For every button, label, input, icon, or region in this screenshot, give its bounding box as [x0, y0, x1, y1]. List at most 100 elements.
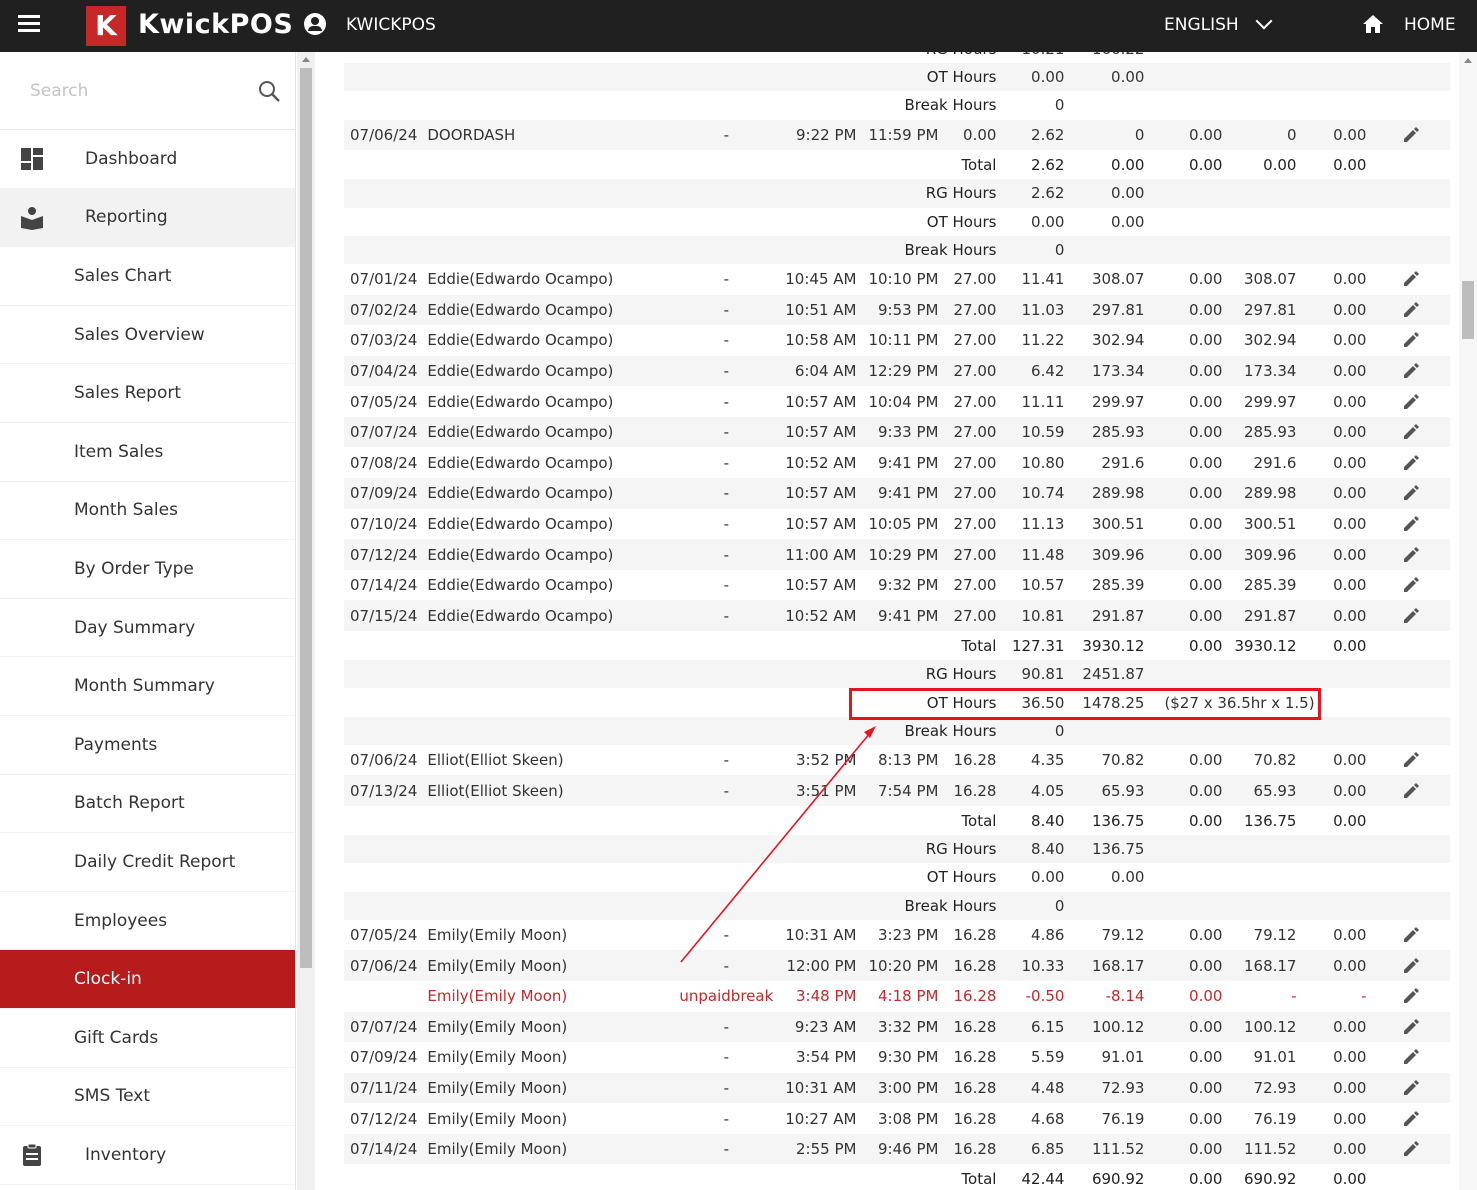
table-row[interactable]: 07/14/24 Eddie(Edwardo Ocampo) - 10:57 AM 9:… — [344, 570, 1450, 601]
table-row[interactable]: 07/06/24 Elliot(Elliot Skeen) - 3:52 PM 8:13… — [344, 745, 1450, 776]
table-row[interactable]: 07/12/24 Emily(Emily Moon) - 10:27 AM 3:08 P… — [344, 1103, 1450, 1134]
edit-cell[interactable] — [1372, 355, 1451, 387]
edit-cell[interactable] — [1372, 920, 1450, 951]
sidebar-item-day-summary[interactable]: Day Summary — [0, 599, 295, 658]
sidebar-item-reporting[interactable]: Reporting — [0, 188, 295, 248]
main-scroll-thumb[interactable] — [1462, 281, 1474, 339]
edit-pencil-icon[interactable] — [1401, 750, 1421, 770]
edit-cell[interactable] — [1372, 539, 1451, 570]
table-row[interactable]: 07/03/24 Eddie(Edwardo Ocampo) - 10:58 AM 10… — [344, 325, 1450, 356]
edit-cell[interactable] — [1372, 264, 1450, 295]
edit-pencil-icon[interactable] — [1401, 300, 1421, 320]
home-icon[interactable] — [1362, 14, 1384, 34]
account-name[interactable]: KWICKPOS — [346, 15, 436, 35]
search-icon[interactable] — [258, 80, 280, 102]
edit-cell[interactable] — [1372, 600, 1451, 632]
sidebar-item-sales-report[interactable]: Sales Report — [0, 364, 295, 423]
sidebar-item-gift-cards[interactable]: Gift Cards — [0, 1009, 295, 1068]
table-row[interactable]: 07/09/24 Eddie(Edwardo Ocampo) -10:57 AM 9:… — [344, 478, 1451, 509]
sidebar-item-clock-in[interactable]: Clock-in — [0, 950, 295, 1009]
sidebar-item-employees[interactable]: Employees — [0, 892, 295, 951]
sidebar-item-sales-overview[interactable]: Sales Overview — [0, 306, 295, 365]
edit-cell[interactable] — [1372, 1133, 1451, 1165]
edit-cell[interactable] — [1372, 1042, 1450, 1073]
edit-cell[interactable] — [1372, 775, 1451, 806]
edit-pencil-icon[interactable] — [1401, 986, 1421, 1006]
edit-pencil-icon[interactable] — [1401, 125, 1421, 145]
edit-pencil-icon[interactable] — [1401, 269, 1421, 289]
edit-cell[interactable] — [1372, 950, 1451, 981]
user-account-icon[interactable] — [304, 13, 326, 35]
table-row[interactable]: Emily(Emily Moon) unpaidbreak 3:48 PM 4:18 … — [344, 981, 1450, 1012]
sidebar-scrollbar[interactable] — [297, 52, 315, 1190]
edit-pencil-icon[interactable] — [1401, 575, 1421, 595]
table-row[interactable]: 07/09/24 Emily(Emily Moon) - 3:54 PM 9:30 PM… — [344, 1042, 1450, 1073]
table-row[interactable]: 07/08/24 Eddie(Edwardo Ocampo) - 10:52 AM 9:… — [344, 447, 1450, 478]
table-row[interactable]: 07/05/24 Emily(Emily Moon) - 10:31 AM 3:23 P… — [344, 920, 1450, 951]
sidebar-item-month-summary[interactable]: Month Summary — [0, 657, 295, 716]
edit-cell[interactable] — [1372, 1011, 1451, 1043]
table-row[interactable]: 07/13/24 Elliot(Elliot Skeen) -3:51 PM 7:54… — [344, 775, 1451, 806]
edit-cell[interactable] — [1372, 478, 1451, 509]
hamburger-menu-icon[interactable] — [18, 15, 40, 35]
edit-cell[interactable] — [1372, 745, 1450, 776]
sidebar-item-sales-chart[interactable]: Sales Chart — [0, 247, 295, 306]
edit-pencil-icon[interactable] — [1401, 545, 1421, 565]
table-row[interactable]: 07/04/24 Eddie(Edwardo Ocampo) -6:04 AM 12:… — [344, 355, 1451, 387]
table-row[interactable]: 07/07/24 Eddie(Edwardo Ocampo) -10:57 AM 9:… — [344, 416, 1451, 448]
edit-pencil-icon[interactable] — [1401, 422, 1421, 442]
edit-cell[interactable] — [1372, 1072, 1451, 1104]
sidebar-item-batch-report[interactable]: Batch Report — [0, 775, 295, 834]
sidebar-item-payments[interactable]: Payments — [0, 716, 295, 775]
home-link[interactable]: HOME — [1404, 15, 1456, 35]
edit-pencil-icon[interactable] — [1401, 1078, 1421, 1098]
edit-cell[interactable] — [1372, 509, 1450, 540]
sidebar-item-dashboard[interactable]: Dashboard — [0, 130, 295, 189]
main-scrollbar[interactable] — [1459, 52, 1477, 1190]
edit-cell[interactable] — [1372, 386, 1450, 417]
sidebar-item-inventory[interactable]: Inventory — [0, 1126, 295, 1185]
sidebar-item-daily-credit-report[interactable]: Daily Credit Report — [0, 833, 295, 892]
edit-pencil-icon[interactable] — [1401, 483, 1421, 503]
edit-pencil-icon[interactable] — [1401, 956, 1421, 976]
edit-pencil-icon[interactable] — [1401, 606, 1421, 626]
table-row[interactable]: 07/15/24 Eddie(Edwardo Ocampo) -10:52 AM 9:… — [344, 600, 1451, 632]
edit-cell[interactable] — [1372, 119, 1451, 151]
edit-pencil-icon[interactable] — [1401, 392, 1421, 412]
sidebar-item-sms-text[interactable]: SMS Text — [0, 1068, 295, 1127]
chevron-down-icon[interactable] — [1255, 12, 1273, 30]
sidebar-item-month-sales[interactable]: Month Sales — [0, 482, 295, 541]
table-row[interactable]: 07/14/24 Emily(Emily Moon) -2:55 PM 9:46 PM… — [344, 1133, 1451, 1165]
table-row[interactable]: 07/02/24 Eddie(Edwardo Ocampo) -10:51 AM 9:… — [344, 294, 1451, 326]
edit-pencil-icon[interactable] — [1401, 453, 1421, 473]
edit-pencil-icon[interactable] — [1401, 514, 1421, 534]
edit-cell[interactable] — [1372, 1103, 1450, 1134]
table-row[interactable]: 07/06/24 DOORDASH -9:22 PM 11:59 PM 0.00 2.62… — [344, 119, 1451, 151]
edit-cell[interactable] — [1372, 416, 1451, 448]
table-row[interactable]: 07/11/24 Emily(Emily Moon) -10:31 AM 3:00 P… — [344, 1072, 1451, 1104]
edit-cell[interactable] — [1372, 447, 1450, 478]
edit-pencil-icon[interactable] — [1401, 1109, 1421, 1129]
edit-cell[interactable] — [1372, 325, 1450, 356]
sidebar-scroll-thumb[interactable] — [300, 68, 312, 968]
table-row[interactable]: 07/05/24 Eddie(Edwardo Ocampo) - 10:57 AM 10… — [344, 386, 1450, 417]
table-row[interactable]: 07/12/24 Eddie(Edwardo Ocampo) -11:00 AM 10… — [344, 539, 1451, 570]
edit-cell[interactable] — [1372, 981, 1450, 1012]
table-row[interactable]: 07/10/24 Eddie(Edwardo Ocampo) - 10:57 AM 10… — [344, 509, 1450, 540]
edit-pencil-icon[interactable] — [1401, 330, 1421, 350]
sidebar-item-item-sales[interactable]: Item Sales — [0, 423, 295, 482]
table-row[interactable]: 07/01/24 Eddie(Edwardo Ocampo) - 10:45 AM 10… — [344, 264, 1450, 295]
language-selector[interactable]: ENGLISH — [1164, 15, 1239, 35]
sidebar-item-by-order-type[interactable]: By Order Type — [0, 540, 295, 599]
edit-pencil-icon[interactable] — [1401, 361, 1421, 381]
edit-cell[interactable] — [1372, 294, 1451, 326]
edit-pencil-icon[interactable] — [1401, 1047, 1421, 1067]
edit-pencil-icon[interactable] — [1401, 1017, 1421, 1037]
table-row[interactable]: 07/07/24 Emily(Emily Moon) -9:23 AM 3:32 PM… — [344, 1011, 1451, 1043]
search-input[interactable] — [30, 76, 240, 106]
edit-cell[interactable] — [1372, 570, 1450, 601]
table-row[interactable]: 07/06/24 Emily(Emily Moon) -12:00 PM 10:20 … — [344, 950, 1451, 981]
edit-pencil-icon[interactable] — [1401, 1139, 1421, 1159]
edit-pencil-icon[interactable] — [1401, 781, 1421, 801]
edit-pencil-icon[interactable] — [1401, 925, 1421, 945]
